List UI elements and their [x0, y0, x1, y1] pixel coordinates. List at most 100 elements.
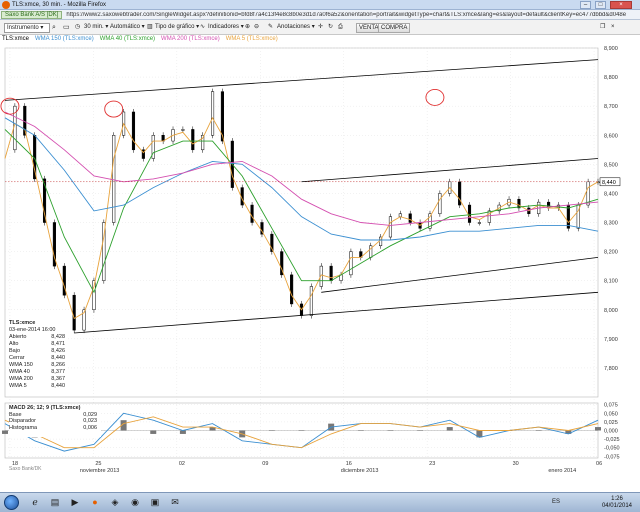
info-row-label: WMA 150 [9, 362, 33, 368]
clock[interactable]: 1:26 04/01/2014 [602, 496, 632, 510]
macd-rows: Base 0,029 Disparador 0,023 Histograma 0,006 [9, 412, 101, 432]
url-text[interactable]: https://www2.saxowebtrader.com/SingleWid… [66, 12, 626, 18]
annotations-select[interactable]: Anotaciones ▾ [277, 23, 315, 33]
price-y-tick-label: 7,900 [604, 337, 618, 343]
folder-icon[interactable]: ▤ [48, 496, 62, 509]
candle-body [290, 274, 294, 305]
info-row-value: 8,471 [51, 341, 65, 347]
candle-body [438, 193, 442, 215]
indicator-legend: TLS:xmce WMA 150 (TLS:xmce) WMA 40 (TLS:… [2, 36, 284, 46]
macd-histogram-bar [595, 427, 601, 431]
x-tick-label: 30 [513, 461, 519, 467]
timeframe-label: 30 min. [84, 24, 104, 30]
footer-note: Saxo Bank/DK [9, 466, 42, 472]
x-tick-label: 23 [429, 461, 435, 467]
info-row-value: 8,377 [51, 369, 65, 375]
legend-wma200[interactable]: WMA 200 (TLS:xmce) [161, 36, 220, 46]
indicators-select[interactable]: Indicadores ▾ [208, 23, 244, 33]
instrument-select[interactable]: Instrumento ▾ [4, 23, 50, 33]
start-button[interactable] [4, 495, 19, 510]
candle-body [191, 129, 195, 151]
legend-instrument[interactable]: TLS:xmce [2, 36, 29, 46]
info-row: Bajo 8,426 [9, 348, 67, 355]
x-tick-label: 02 [179, 461, 185, 467]
chart-type-select[interactable]: Tipo de gráfico ▾ [155, 23, 199, 33]
zoom-out-icon[interactable]: ⊖ [254, 23, 259, 33]
price-y-tick-label: 8,800 [604, 75, 618, 81]
minimize-button[interactable]: – [580, 1, 591, 9]
macd-y-tick-label: -0,050 [604, 446, 620, 452]
media-icon[interactable]: ▶ [68, 496, 82, 509]
macd-histogram-bar [298, 430, 305, 431]
autoscale-select[interactable]: Automático ▾ [110, 23, 145, 33]
info-row-value: 8,367 [51, 376, 65, 382]
legend-wma5[interactable]: WMA 5 (TLS:xmce) [226, 36, 278, 46]
macd-histogram-bar [150, 430, 157, 434]
language-indicator[interactable]: ES [552, 499, 560, 505]
x-month-label: diciembre 2013 [341, 468, 379, 474]
app-icon-2[interactable]: ◉ [128, 496, 142, 509]
print-icon[interactable]: ⎙ [338, 23, 343, 33]
firefox-taskbar-icon[interactable]: ● [88, 496, 102, 509]
macd-y-tick-label: 0,000 [604, 429, 618, 435]
window-icon[interactable]: ▭ [63, 23, 70, 33]
restore-icon[interactable]: ❐ [600, 23, 605, 33]
refresh-icon[interactable]: ↻ [328, 23, 333, 33]
macd-histogram-bar [387, 430, 394, 431]
x-month-label: noviembre 2013 [80, 468, 119, 474]
window-title-bar: TLS:xmce, 30 min. - Mozilla Firefox – □ … [0, 0, 640, 10]
app-icon-4[interactable]: ✉ [168, 496, 182, 509]
candle-body [211, 91, 215, 136]
legend-wma150[interactable]: WMA 150 (TLS:xmce) [35, 36, 94, 46]
search-icon[interactable]: ⌕ [52, 23, 56, 33]
price-y-tick-label: 8,500 [604, 162, 618, 168]
crosshair-icon[interactable]: ✛ [318, 23, 323, 33]
price-y-tick-label: 8,000 [604, 308, 618, 314]
candle-body [329, 265, 333, 281]
close-button[interactable]: × [610, 1, 632, 9]
info-row-label: WMA 5 [9, 383, 27, 389]
price-y-tick-label: 8,600 [604, 133, 618, 139]
zoom-in-icon[interactable]: ⊕ [245, 23, 250, 33]
info-row: WMA 200 8,367 [9, 376, 67, 383]
candle-body [112, 135, 116, 223]
ie-icon[interactable]: ℯ [28, 496, 42, 509]
x-tick-label: 16 [346, 461, 352, 467]
maximize-button[interactable]: □ [595, 1, 606, 9]
macd-row: Histograma 0,006 [9, 425, 101, 432]
address-bar[interactable]: Saxo Bank A/S [DK] https://www2.saxowebt… [0, 10, 640, 20]
info-row: WMA 5 8,440 [9, 383, 67, 390]
candle-body [467, 204, 472, 223]
widget-close-icon[interactable]: × [611, 23, 615, 33]
app-icon-3[interactable]: ▣ [148, 496, 162, 509]
ohlc-info-box: TLS:xmce 03-ene-2014 16:00 Abierto 8,428 A… [9, 320, 67, 396]
chart-type-label: Tipo de gráfico [155, 24, 195, 30]
macd-histogram-bar [535, 430, 542, 431]
autoscale-label: Automático [110, 24, 141, 30]
annotations-label: Anotaciones [277, 24, 311, 30]
taskbar: ℯ ▤ ▶ ● ◈ ◉ ▣ ✉ ES 1:26 04/01/2014 [0, 492, 640, 512]
clock-time: 1:26 [611, 496, 623, 502]
candle-body [388, 216, 392, 238]
legend-wma40[interactable]: WMA 40 (TLS:xmce) [100, 36, 155, 46]
info-row: Abierto 8,428 [9, 334, 67, 341]
info-row-value: 8,266 [51, 362, 65, 368]
buy-button[interactable]: COMPRA [378, 23, 411, 33]
info-row-value: 8,440 [51, 355, 65, 361]
candle-body [72, 294, 76, 331]
clock-icon: ◷ [75, 24, 81, 30]
price-y-tick-label: 8,200 [604, 250, 618, 256]
timeframe-select[interactable]: 30 min. ▾ [84, 23, 108, 33]
chart-toolbar: Instrumento ▾ ⌕ ▭ ◷ 30 min. ▾ Automático… [0, 20, 640, 35]
candle-body [131, 111, 136, 151]
candle-body [181, 129, 185, 131]
macd-histogram-bar [446, 427, 453, 431]
x-month-label: enero 2014 [548, 468, 576, 474]
app-icon[interactable]: ◈ [108, 496, 122, 509]
macd-y-tick-label: 0,025 [604, 420, 618, 426]
window-title: TLS:xmce, 30 min. - Mozilla Firefox [12, 1, 107, 8]
site-identity-badge[interactable]: Saxo Bank A/S [DK] [1, 10, 63, 19]
price-y-tick-label: 8,300 [604, 221, 618, 227]
candle-body [309, 286, 313, 316]
macd-y-tick-label: -0,025 [604, 437, 620, 443]
